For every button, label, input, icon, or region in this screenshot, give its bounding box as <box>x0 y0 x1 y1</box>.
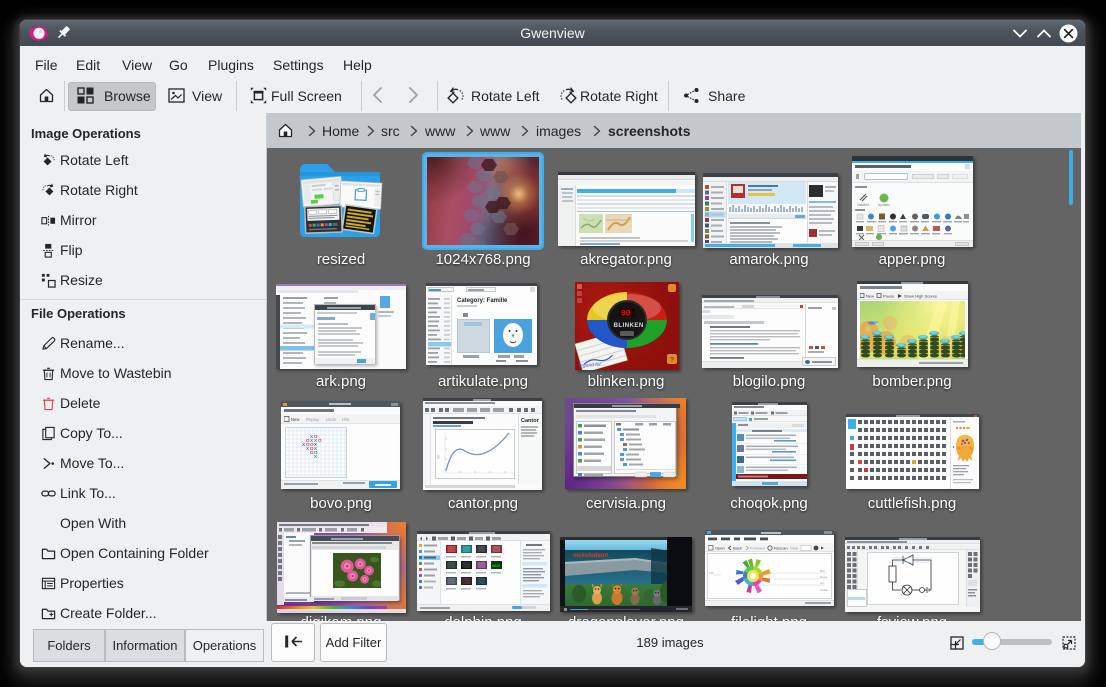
svg-text:Pause: Pause <box>883 294 895 299</box>
svg-text:f(x): f(x) <box>436 455 440 459</box>
svg-text:Replay: Replay <box>306 417 320 422</box>
svg-text:New: New <box>866 294 874 299</box>
svg-text:Updates: Updates <box>878 203 890 207</box>
svg-text:Hint: Hint <box>342 417 350 422</box>
svg-text:home: home <box>820 575 827 579</box>
svg-text:Back: Back <box>733 546 742 551</box>
svg-text:00: 00 <box>621 310 631 319</box>
svg-text:usr: usr <box>820 581 824 585</box>
svg-text:Doc: Doc <box>820 569 826 573</box>
svg-text:X: X <box>306 446 309 451</box>
svg-text:Open: Open <box>715 546 725 551</box>
svg-text:?: ? <box>670 357 674 364</box>
svg-text:Forward: Forward <box>750 546 765 551</box>
svg-text:Rescan: Rescan <box>774 546 788 551</box>
svg-text:X: X <box>314 454 317 459</box>
svg-text:Undo: Undo <box>326 417 337 422</box>
svg-text:LIG: LIG <box>709 571 714 575</box>
svg-text:media: media <box>820 588 828 592</box>
svg-text:BLINKEN: BLINKEN <box>614 322 644 329</box>
svg-text:HACK: HACK <box>492 565 501 569</box>
svg-text:Installed: Installed <box>857 203 869 207</box>
svg-text:Show High Scores: Show High Scores <box>904 294 937 299</box>
svg-text:O: O <box>318 438 322 443</box>
svg-text:New: New <box>291 417 300 422</box>
svg-text:Stop: Stop <box>790 546 799 551</box>
svg-text:X: X <box>302 442 305 447</box>
